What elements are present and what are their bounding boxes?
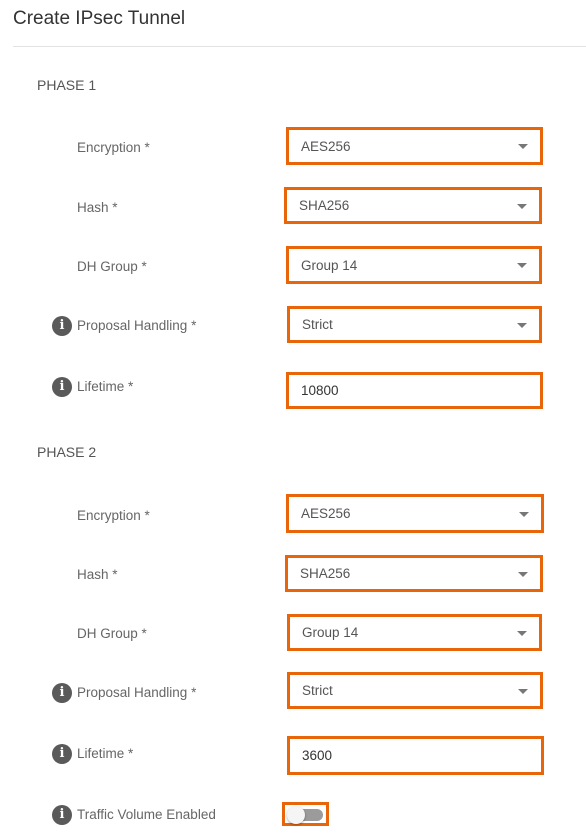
phase1-lifetime-value: 10800	[301, 383, 339, 398]
phase2-dh-group-select[interactable]: Group 14	[287, 614, 542, 651]
chevron-down-icon	[518, 144, 528, 149]
phase2-dh-group-label: DH Group *	[77, 626, 147, 641]
phase2-proposal-handling-value: Strict	[302, 683, 333, 698]
phase2-hash-select[interactable]: SHA256	[285, 555, 543, 592]
chevron-down-icon	[517, 322, 527, 328]
divider	[13, 46, 586, 47]
phase2-lifetime-value: 3600	[302, 748, 333, 763]
phase1-heading: PHASE 1	[37, 77, 97, 93]
phase1-dh-group-value: Group 14	[301, 257, 358, 273]
phase2-lifetime-input[interactable]: 3600	[287, 736, 544, 775]
phase1-proposal-handling-select[interactable]: Strict	[287, 306, 542, 343]
phase2-dh-group-value: Group 14	[302, 625, 359, 640]
info-icon[interactable]: i	[52, 744, 72, 764]
page-title: Create IPsec Tunnel	[13, 8, 186, 29]
phase2-proposal-handling-select[interactable]: Strict	[287, 672, 543, 709]
chevron-down-icon	[517, 630, 527, 636]
chevron-down-icon	[519, 511, 529, 517]
chevron-down-icon	[517, 203, 527, 209]
phase1-proposal-handling-label: Proposal Handling *	[77, 318, 197, 333]
phase1-hash-select[interactable]: SHA256	[284, 187, 542, 224]
phase1-hash-label: Hash *	[77, 200, 118, 215]
phase2-hash-value: SHA256	[300, 566, 351, 581]
phase2-encryption-value: AES256	[301, 506, 351, 521]
phase1-lifetime-label: Lifetime *	[77, 379, 134, 394]
phase2-heading: PHASE 2	[37, 444, 97, 460]
phase2-hash-label: Hash *	[77, 567, 118, 582]
info-icon[interactable]: i	[52, 316, 72, 336]
phase1-encryption-value: AES256	[301, 138, 351, 154]
phase1-hash-value: SHA256	[299, 198, 350, 213]
phase1-encryption-label: Encryption *	[77, 140, 150, 155]
phase1-lifetime-input[interactable]: 10800	[286, 372, 543, 409]
chevron-down-icon	[517, 263, 527, 268]
chevron-down-icon	[518, 688, 528, 694]
phase2-proposal-handling-label: Proposal Handling *	[77, 685, 197, 700]
info-icon[interactable]: i	[52, 377, 72, 397]
traffic-volume-label: Traffic Volume Enabled	[77, 807, 216, 822]
phase1-dh-group-label: DH Group *	[77, 259, 147, 274]
phase1-dh-group-select[interactable]: Group 14	[286, 246, 542, 284]
toggle-knob[interactable]	[287, 806, 305, 824]
traffic-volume-toggle[interactable]	[282, 802, 329, 826]
chevron-down-icon	[518, 571, 528, 577]
info-icon[interactable]: i	[52, 805, 72, 825]
phase2-encryption-select[interactable]: AES256	[286, 494, 544, 533]
phase2-encryption-label: Encryption *	[77, 508, 150, 523]
phase2-lifetime-label: Lifetime *	[77, 746, 134, 761]
phase1-proposal-handling-value: Strict	[302, 317, 333, 332]
phase1-encryption-select[interactable]: AES256	[286, 127, 543, 165]
info-icon[interactable]: i	[52, 683, 72, 703]
